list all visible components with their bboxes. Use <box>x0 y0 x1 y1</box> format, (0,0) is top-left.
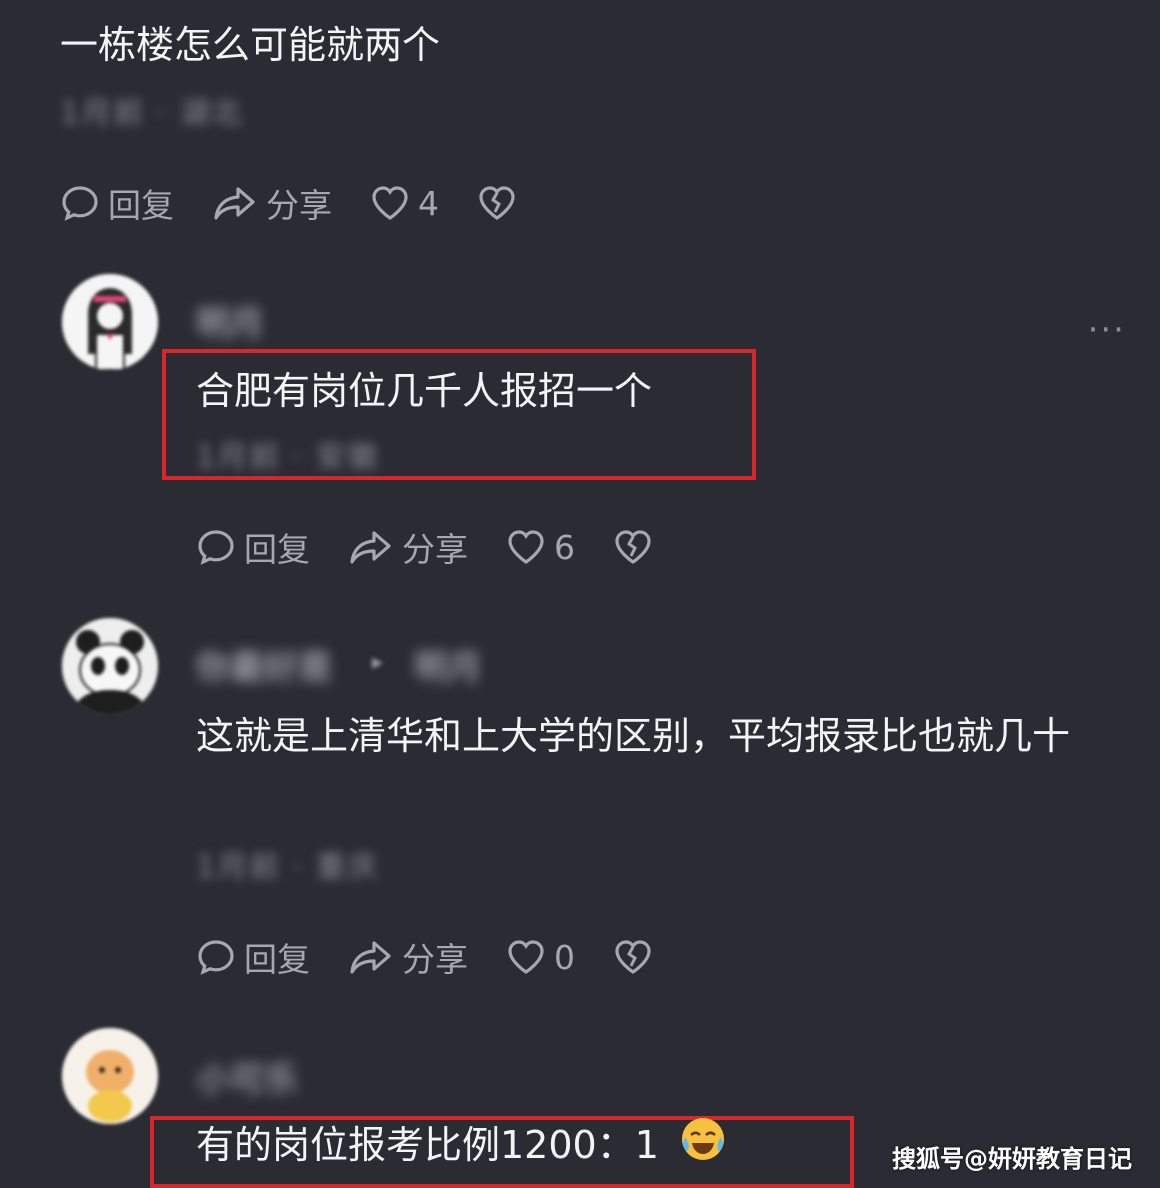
comment-username[interactable]: 明月 <box>196 296 264 345</box>
share-arrow-icon <box>350 531 391 564</box>
reply-button[interactable]: 回复 <box>196 933 310 981</box>
like-count: 6 <box>554 527 575 567</box>
comment-bubble-icon <box>198 530 234 565</box>
more-options-button[interactable]: ··· <box>1088 310 1126 350</box>
comment-actions: 回复 分享 4 <box>60 178 555 228</box>
reply-label: 回复 <box>244 530 310 569</box>
avatar-cartoon-icon <box>62 1028 158 1124</box>
broken-heart-icon <box>479 186 515 220</box>
comment-meta: 1月前 · 安徽 <box>196 440 380 475</box>
avatar-girl-icon <box>62 274 158 370</box>
share-label: 分享 <box>266 186 332 225</box>
share-button[interactable]: 分享 <box>348 523 468 571</box>
like-button[interactable]: 0 <box>506 937 575 977</box>
dislike-button[interactable] <box>477 183 517 223</box>
share-button[interactable]: 分享 <box>348 933 468 981</box>
share-button[interactable]: 分享 <box>212 179 332 227</box>
reply-label: 回复 <box>108 186 174 225</box>
avatar[interactable] <box>62 1028 158 1124</box>
broken-heart-icon <box>615 530 651 564</box>
avatar[interactable] <box>62 618 158 714</box>
comment-text: 一栋楼怎么可能就两个 <box>60 23 441 67</box>
comment-meta: 1月前 · 重庆 <box>196 850 380 885</box>
comment-text: 这就是上清华和上大学的区别，平均报录比也就几十 <box>196 714 1071 758</box>
comment-bubble-icon <box>198 940 234 975</box>
comment-bubble-icon <box>62 186 98 221</box>
crying-laughing-emoji-icon <box>679 1115 727 1181</box>
heart-icon <box>508 940 544 974</box>
reply-label: 回复 <box>244 940 310 979</box>
reply-arrow-icon: ▸ <box>372 650 384 675</box>
share-label: 分享 <box>402 940 468 979</box>
avatar-panda-icon <box>62 618 158 714</box>
watermark: 搜狐号@妍妍教育日记 <box>892 1145 1132 1173</box>
comment-actions: 回复 分享 6 <box>196 522 691 572</box>
avatar[interactable] <box>62 274 158 370</box>
heart-icon <box>508 530 544 564</box>
like-button[interactable]: 4 <box>370 183 439 223</box>
comment-meta: 1月前 · 湖北 <box>60 96 244 131</box>
share-arrow-icon <box>214 187 255 220</box>
like-count: 0 <box>554 937 575 977</box>
share-label: 分享 <box>402 530 468 569</box>
dislike-button[interactable] <box>613 527 653 567</box>
comment-username[interactable]: 小可乐 <box>196 1052 298 1101</box>
comment-text-content: 有的岗位报考比例1200：1 <box>196 1123 659 1167</box>
reply-button[interactable]: 回复 <box>60 179 174 227</box>
share-arrow-icon <box>350 941 391 974</box>
comment-actions: 回复 分享 0 <box>196 932 691 982</box>
comment-text: 合肥有岗位几千人报招一个 <box>196 369 653 413</box>
dislike-button[interactable] <box>613 937 653 977</box>
broken-heart-icon <box>615 940 651 974</box>
reply-button[interactable]: 回复 <box>196 523 310 571</box>
reply-to-username[interactable]: 明月 <box>414 640 482 689</box>
like-button[interactable]: 6 <box>506 527 575 567</box>
comment-username[interactable]: 你最好是 <box>196 640 332 689</box>
comment-text: 有的岗位报考比例1200：1 <box>196 1114 727 1181</box>
heart-icon <box>372 186 408 220</box>
like-count: 4 <box>418 183 439 223</box>
